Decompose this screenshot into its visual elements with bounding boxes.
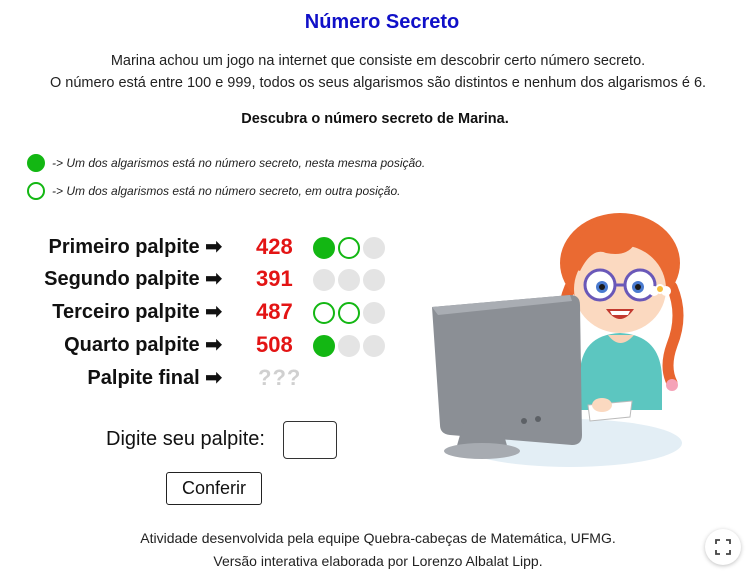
legend-row-same-position: -> Um dos algarismos está no número secr… [27,151,425,175]
guess-input-label: Digite seu palpite: [106,428,265,450]
arrow-icon: ➡ [205,268,222,290]
intro-line-2: O número está entre 100 e 999, todos os … [49,75,707,91]
gray-circle-icon [338,335,360,357]
gray-circle-icon [363,237,385,259]
guess-number: 391 [256,266,293,291]
guess-number: 508 [256,332,293,357]
check-button[interactable]: Conferir [166,472,262,505]
fullscreen-icon [715,539,731,555]
ring-circle-icon [313,302,335,324]
feedback-markers [313,302,385,324]
guess-label: Terceiro palpite [52,301,200,323]
feedback-markers [313,269,385,291]
credits: Atividade desenvolvida pela equipe Quebr… [0,527,756,573]
intro-text: Marina achou um jogo na internet que con… [0,50,756,94]
gray-circle-icon [363,302,385,324]
ring-circle-icon [338,237,360,259]
guess-label: Segundo palpite [44,268,200,290]
credits-line-1: Atividade desenvolvida pela equipe Quebr… [140,530,616,546]
gray-circle-icon [363,269,385,291]
fullscreen-button[interactable] [705,529,741,565]
arrow-icon: ➡ [205,334,222,356]
arrow-icon: ➡ [205,367,222,389]
ring-circle-icon [338,302,360,324]
feedback-markers [313,335,385,357]
intro-line-1: Marina achou um jogo na internet que con… [110,53,646,69]
guess-number: 428 [256,234,293,259]
challenge-text: Descubra o número secreto de Marina. [241,111,509,127]
guess-number: 487 [256,299,293,324]
credits-line-2: Versão interativa elaborada por Lorenzo … [213,553,543,569]
filled-circle-icon [313,237,335,259]
gray-circle-icon [338,269,360,291]
page-title: Número Secreto [304,11,460,33]
final-guess-number: ??? [258,365,302,390]
ring-circle-icon [27,182,45,200]
gray-circle-icon [313,269,335,291]
guess-label: Palpite final [87,367,200,389]
girl-at-computer-illustration [432,213,684,467]
arrow-icon: ➡ [205,236,222,258]
guess-label: Quarto palpite [64,334,200,356]
legend-text: -> Um dos algarismos está no número secr… [52,184,401,198]
gray-circle-icon [363,335,385,357]
arrow-icon: ➡ [205,301,222,323]
guess-label: Primeiro palpite [48,236,200,258]
legend-text: -> Um dos algarismos está no número secr… [52,156,426,170]
legend-row-other-position: -> Um dos algarismos está no número secr… [27,179,401,203]
guess-input[interactable] [283,421,337,459]
filled-circle-icon [27,154,45,172]
filled-circle-icon [313,335,335,357]
feedback-markers [313,237,385,259]
